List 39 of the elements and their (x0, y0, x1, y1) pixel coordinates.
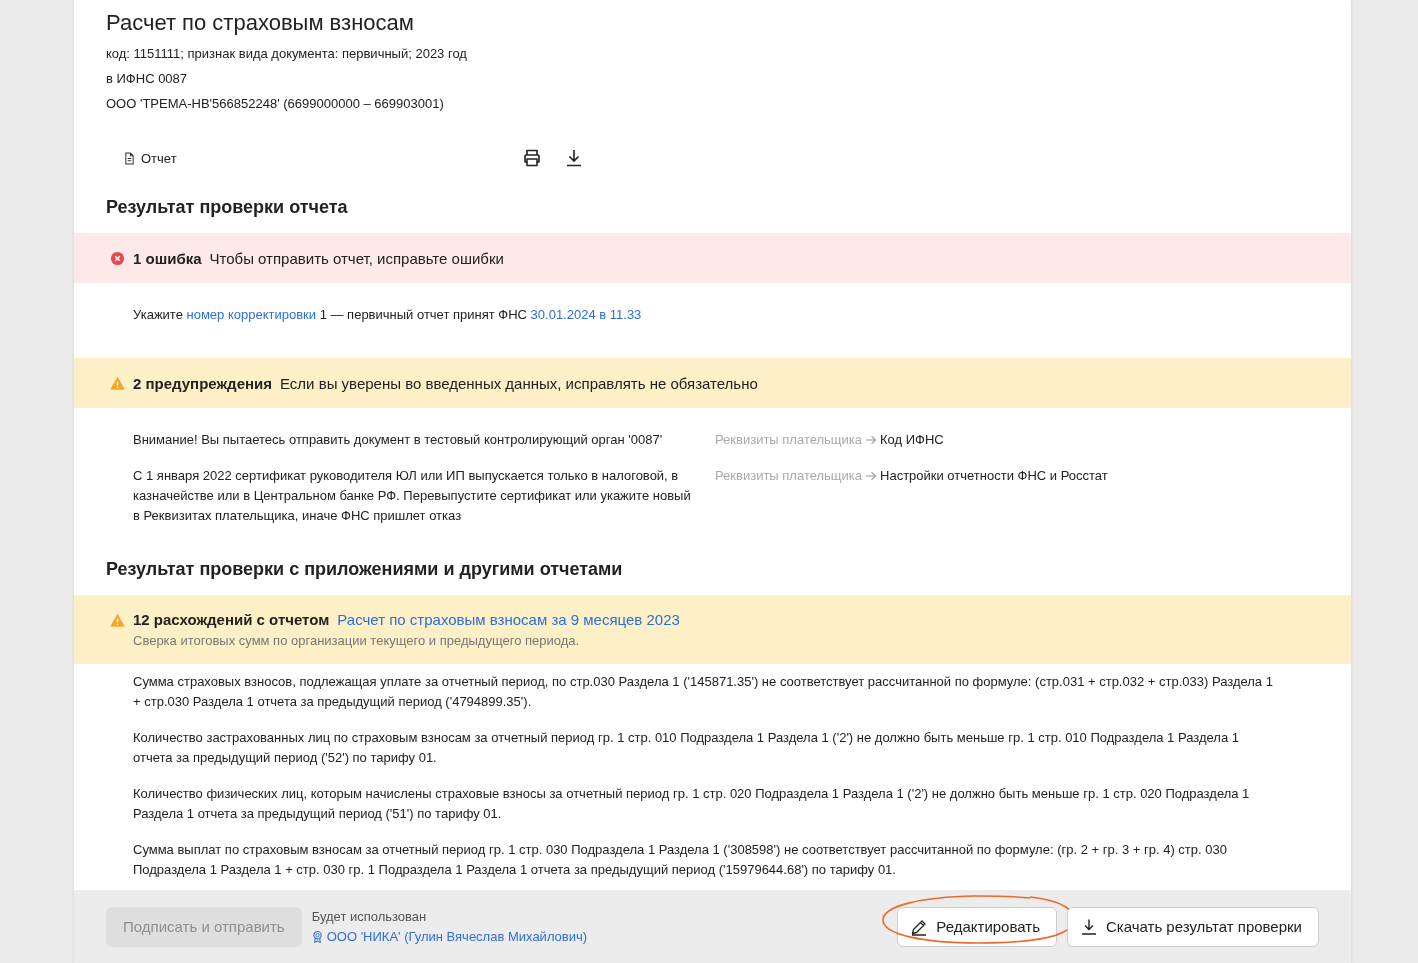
discrepancy-text: Количество физических лиц, которым начислены страховые взносы за отчетный период гр. 1 стр. 020 Подраздела 1 Раздела 1 ('2') не должно быть меньше гр. 1 стр. 020 Подраздела 1 Раздела 1 отчета за предыдущий период ('51') по тарифу 01. (133, 785, 1251, 823)
banner-count: 1 ошибка (133, 249, 202, 267)
download-result-button[interactable]: Скачать результат проверки (1066, 906, 1319, 947)
banner-count: 2 предупреждения (133, 374, 273, 392)
report-tab[interactable]: Отчет (124, 150, 177, 166)
document-meta: код: 1151111; признак вида документа: первичный; 2023 год (106, 45, 468, 63)
banner-count: 12 расхождений с отчетом (133, 610, 330, 630)
banner-message: Чтобы отправить отчет, исправьте ошибки (209, 249, 504, 267)
warning-icon (110, 375, 125, 391)
arrow-right-icon (865, 471, 877, 481)
link[interactable]: номер корректировки (186, 307, 317, 322)
warning-detail-text: Внимание! Вы пытаетесь отправить документ в тестовый контролирующий орган '0087' (133, 431, 664, 449)
arrow-right-icon (865, 435, 877, 445)
signer-caption: Будет использован (311, 907, 428, 926)
edit-button[interactable]: Редактировать (897, 906, 1057, 947)
warning-icon (110, 613, 125, 628)
report-link[interactable]: Расчет по страховым взносам за 9 месяцев 2023 (337, 609, 680, 631)
download-icon[interactable] (564, 148, 584, 168)
link[interactable]: 30.01.2024 в 11.33 (530, 307, 642, 322)
document-title: Расчет по страховым взносам (106, 9, 415, 37)
download-icon (1079, 917, 1098, 936)
warning-detail-text: С 1 января 2022 сертификат руководителя ЮЛ или ИП выпускается только в налоговой, в казначействе или в Центральном банке РФ. Перевыпустите сертификат или укажите новый в Реквизитах плательщика, иначе ФНС пришлет отказ (133, 467, 692, 525)
document-meta: ООО 'ТРЕМА-НВ'566852248' (6699000000 – 669903001) (106, 95, 445, 113)
breadcrumb-link[interactable]: Код ИФНС (880, 430, 944, 450)
document-meta: в ИФНС 0087 (106, 70, 189, 88)
discrepancy-text: Сумма страховых взносов, подлежащая уплате за отчетный период, по стр.030 Раздела 1 ('145871.35') не соответствует рассчитанной по формуле: (стр.031 + стр.032 + стр.033) Раздела 1 + стр.030 Раздела 1 отчета за предыдущий период ('4794899.35'). (133, 673, 1274, 711)
banner-subtitle: Сверка итоговых сумм по организации текущего и предыдущего периода. (133, 632, 581, 650)
discrepancy-text: Сумма выплат по страховым взносам за отчетный период гр. 1 стр. 030 Подраздела 1 Раздела 1 ('308598') не соответствует рассчитанной по формуле: (гр. 2 + гр. 3 + гр. 4) стр. 030 Подраздела 1 Раздела 1 + стр. 030 гр. 1 Подраздела 1 Раздела 1 отчета за предыдущий период ('15979644.68') по тарифу 01. (133, 841, 1228, 879)
document-icon (124, 151, 135, 165)
banner-message: Если вы уверены во введенных данных, исправлять не обязательно (280, 374, 758, 392)
error-detail-text: Укажите номер корректировки 1 — первичный отчет принят ФНС 30.01.2024 в 11.33 (133, 306, 643, 324)
section-heading: Результат проверки с приложениями и другими отчетами (106, 558, 624, 581)
error-icon (110, 250, 125, 266)
discrepancy-text: Количество застрахованных лиц по страховым взносам за отчетный период гр. 1 стр. 010 Подраздела 1 Раздела 1 ('2') не должно быть меньше гр. 1 стр. 010 Подраздела 1 Раздела 1 отчета за предыдущий период ('52') по тарифу 01. (133, 729, 1240, 767)
section-heading: Результат проверки отчета (106, 196, 349, 219)
print-icon[interactable] (522, 148, 542, 168)
certificate-icon (311, 929, 323, 944)
breadcrumb-link[interactable]: Настройки отчетности ФНС и Росстат (880, 466, 1108, 486)
signer-link[interactable]: ООО 'НИКА' (Гулин Вячеслав Михайлович) (326, 926, 588, 947)
